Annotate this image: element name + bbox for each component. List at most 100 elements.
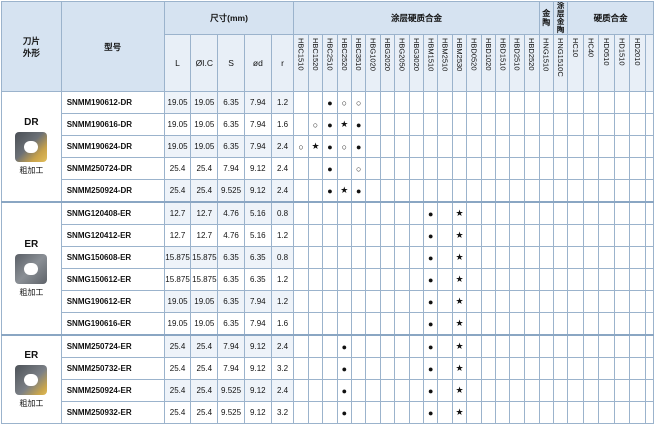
grade-mark-cell — [480, 135, 497, 158]
grade-mark-cell — [322, 379, 338, 402]
grade-mark-cell — [495, 401, 511, 424]
dimension-cell: 9.12 — [243, 157, 272, 180]
dimension-cell: 19.05 — [190, 135, 219, 158]
grade-mark-cell: ● — [423, 379, 439, 402]
dimension-cell: 1.2 — [270, 290, 295, 313]
grade-mark-cell — [466, 246, 482, 269]
dimension-cell: 19.05 — [190, 113, 219, 136]
grade-mark-cell — [365, 179, 381, 203]
dimension-cell: 9.12 — [243, 357, 272, 380]
grade-mark-cell — [437, 334, 453, 358]
grade-mark-cell: ● — [336, 379, 353, 402]
grade-mark-cell — [466, 201, 482, 225]
grade-mark-cell — [523, 201, 540, 225]
grade-mark-cell — [480, 312, 497, 336]
grade-mark-cell — [629, 379, 646, 402]
grade-mark-cell — [552, 224, 569, 247]
grade-mark-cell — [495, 268, 511, 291]
grade-mark-cell — [365, 334, 381, 358]
grade-col-header: HBC3510 — [351, 34, 367, 92]
model-cell: SNMM250924-DR — [60, 179, 165, 203]
table-row: SNMG190612-ER 19.05 19.05 6.35 7.94 1.2 ● ★ — [2, 290, 655, 313]
grade-mark-cell — [552, 312, 569, 336]
grade-mark-cell — [629, 357, 646, 380]
dimension-cell: 6.35 — [217, 135, 245, 158]
grade-name: HBM2530 — [455, 38, 465, 72]
grade-mark-cell — [480, 157, 497, 180]
grade-mark-cell — [629, 312, 646, 336]
dimension-cell: 1.2 — [270, 268, 295, 291]
grade-mark-cell — [322, 312, 338, 336]
grade-mark-cell — [598, 246, 615, 269]
grade-mark-cell — [552, 91, 569, 114]
grade-mark-cell — [582, 135, 600, 158]
dimension-cell: 25.4 — [190, 334, 219, 358]
grade-mark-cell — [307, 312, 324, 336]
grade-mark-cell — [293, 268, 309, 291]
dimension-cell: 1.6 — [270, 312, 295, 336]
model-cell: SNMG190616-ER — [60, 312, 165, 336]
grade-name: HBG1020 — [368, 38, 378, 71]
grade-mark-cell — [567, 91, 584, 114]
grade-mark-cell — [495, 91, 511, 114]
application-label: 粗加工 — [19, 399, 44, 408]
grade-mark-cell — [480, 379, 497, 402]
table-row: SNMM250724-DR 25.4 25.4 7.94 9.12 2.4 ● ○ — [2, 157, 655, 180]
dimension-cell: 25.4 — [190, 379, 219, 402]
grade-mark-cell — [495, 379, 511, 402]
grade-mark-cell — [408, 312, 425, 336]
dimension-cell: 19.05 — [163, 312, 192, 336]
grade-mark-cell: ● — [423, 312, 439, 336]
grade-mark-cell — [538, 91, 554, 114]
dimension-cell: 7.94 — [243, 91, 272, 114]
grade-mark-cell — [365, 268, 381, 291]
grade-name: HBG3020 — [411, 38, 421, 71]
grade-mark-cell — [480, 401, 497, 424]
grade-col-header: HBC2520 — [336, 34, 353, 92]
grade-mark-cell — [322, 224, 338, 247]
grade-mark-cell — [466, 379, 482, 402]
grade-mark-cell — [408, 268, 425, 291]
dimension-cell: 9.525 — [217, 379, 245, 402]
grade-col-header: HBG2050 — [394, 34, 410, 92]
insert-image — [15, 254, 48, 284]
grade-mark-cell — [466, 401, 482, 424]
table-row: SNMG150608-ER 15.875 15.875 6.35 6.35 0.8 ● ★ — [2, 246, 655, 269]
dimension-cell: 6.35 — [243, 268, 272, 291]
grade-mark-cell — [582, 334, 600, 358]
grade-mark-cell — [538, 401, 554, 424]
dimension-cell: 25.4 — [190, 179, 219, 203]
grade-mark-cell — [351, 312, 367, 336]
grade-mark-cell — [437, 91, 453, 114]
insert-shape-cell: ER 粗加工 — [1, 334, 62, 424]
grade-mark-cell: ● — [423, 268, 439, 291]
grade-mark-cell — [598, 113, 615, 136]
grade-mark-cell: ● — [336, 401, 353, 424]
spacer-cell — [644, 224, 655, 247]
grade-mark-cell: ● — [423, 334, 439, 358]
grade-mark-cell — [629, 224, 646, 247]
grade-mark-cell — [293, 312, 309, 336]
grade-mark-cell: ★ — [451, 201, 468, 225]
grade-name: HD0510 — [601, 38, 611, 66]
grade-mark-cell — [466, 357, 482, 380]
table-row: SNMM250924-DR 25.4 25.4 9.525 9.12 2.4 ● ★ ● — [2, 179, 655, 203]
grade-mark-cell — [495, 113, 511, 136]
dimension-cell: 0.8 — [270, 201, 295, 225]
grade-mark-cell — [613, 379, 631, 402]
model-cell: SNMM250924-ER — [60, 379, 165, 402]
grade-col-header: HBG3020 — [408, 34, 425, 92]
grade-mark-cell — [394, 113, 410, 136]
insert-hole — [24, 263, 39, 275]
application-label: 粗加工 — [19, 166, 44, 175]
chipbreaker-code: DR — [24, 117, 39, 128]
dimension-cell: 7.94 — [243, 113, 272, 136]
grade-mark-cell — [598, 157, 615, 180]
grade-mark-cell — [598, 379, 615, 402]
grade-col-header: HBC2510 — [322, 34, 338, 92]
table-row: ER 粗加工 SNMM250724-ER 25.4 25.4 7.94 9.12 2.4 ● ● ★ — [1, 334, 655, 424]
grade-mark-cell — [509, 224, 525, 247]
grade-mark-cell — [567, 157, 584, 180]
grade-mark-cell — [307, 246, 324, 269]
dimension-cell: 25.4 — [190, 157, 219, 180]
